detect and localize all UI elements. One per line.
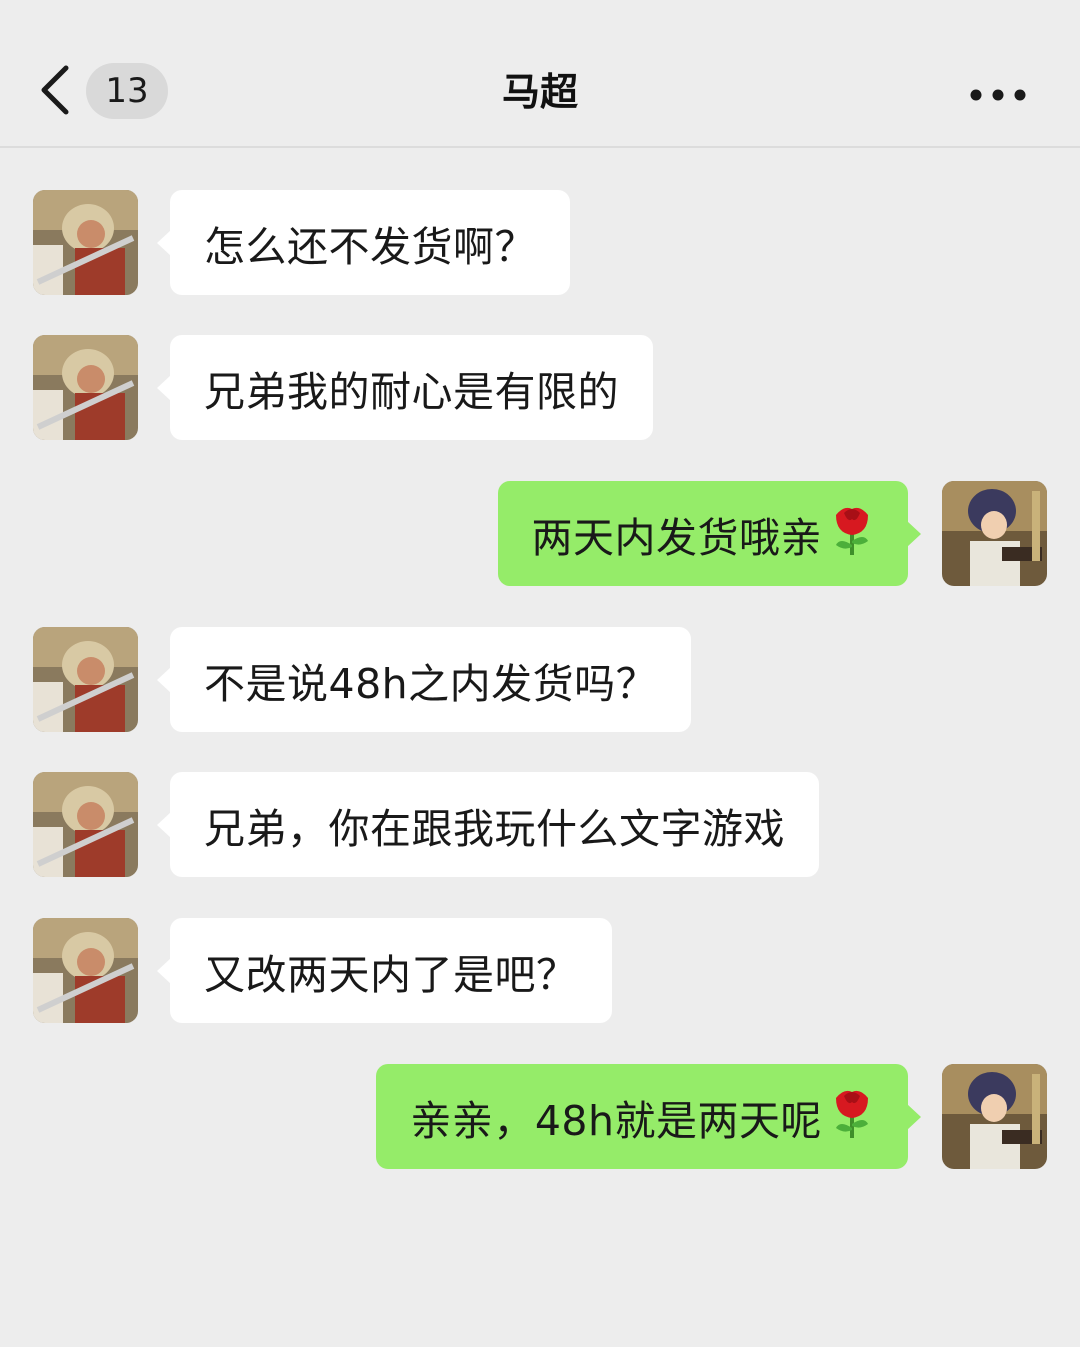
contact-avatar[interactable] [33, 627, 138, 732]
message-text: 兄弟我的耐心是有限的 [204, 367, 619, 416]
message-row: 又改两天内了是吧？ [0, 918, 1080, 1023]
contact-avatar[interactable] [33, 918, 138, 1023]
message-row: 两天内发货哦亲 [0, 481, 1080, 586]
outgoing-message-bubble[interactable]: 亲亲，48h就是两天呢 [376, 1064, 921, 1169]
message-text: 怎么还不发货啊？ [204, 222, 536, 271]
back-button[interactable] [30, 60, 80, 120]
message-text: 不是说48h之内发货吗？ [204, 659, 658, 708]
message-text: 两天内发货哦亲 [531, 513, 822, 562]
message-text: 亲亲，48h就是两天呢 [410, 1096, 822, 1145]
chat-header: 13 马超 [0, 0, 1080, 148]
message-row: 兄弟，你在跟我玩什么文字游戏 [0, 772, 1080, 877]
message-row: 兄弟我的耐心是有限的 [0, 335, 1080, 440]
incoming-message-bubble[interactable]: 又改两天内了是吧？ [157, 918, 612, 1023]
my-avatar[interactable] [942, 1064, 1047, 1169]
message-row: 不是说48h之内发货吗？ [0, 627, 1080, 732]
outgoing-message-bubble[interactable]: 两天内发货哦亲 [497, 481, 921, 586]
more-options-button[interactable] [960, 70, 1036, 120]
unread-count-badge[interactable]: 13 [86, 63, 168, 119]
chevron-left-icon [41, 65, 69, 115]
my-avatar[interactable] [942, 481, 1047, 586]
message-text: 兄弟，你在跟我玩什么文字游戏 [204, 804, 785, 853]
contact-avatar[interactable] [33, 190, 138, 295]
message-row: 亲亲，48h就是两天呢 [0, 1064, 1080, 1169]
incoming-message-bubble[interactable]: 兄弟我的耐心是有限的 [157, 335, 653, 440]
chat-screen: 13 马超 怎么还不发货啊？ 兄弟我的耐心是有限的 两天内发货哦亲 不是说48h… [0, 0, 1080, 1347]
incoming-message-bubble[interactable]: 不是说48h之内发货吗？ [156, 627, 692, 732]
rose-icon [830, 1084, 874, 1150]
rose-icon [830, 501, 874, 567]
message-row: 怎么还不发货啊？ [0, 190, 1080, 295]
incoming-message-bubble[interactable]: 兄弟，你在跟我玩什么文字游戏 [157, 772, 819, 877]
message-text: 又改两天内了是吧？ [204, 950, 578, 999]
incoming-message-bubble[interactable]: 怎么还不发货啊？ [157, 190, 570, 295]
contact-avatar[interactable] [33, 772, 138, 877]
contact-avatar[interactable] [33, 335, 138, 440]
more-horizontal-icon [970, 89, 1026, 101]
